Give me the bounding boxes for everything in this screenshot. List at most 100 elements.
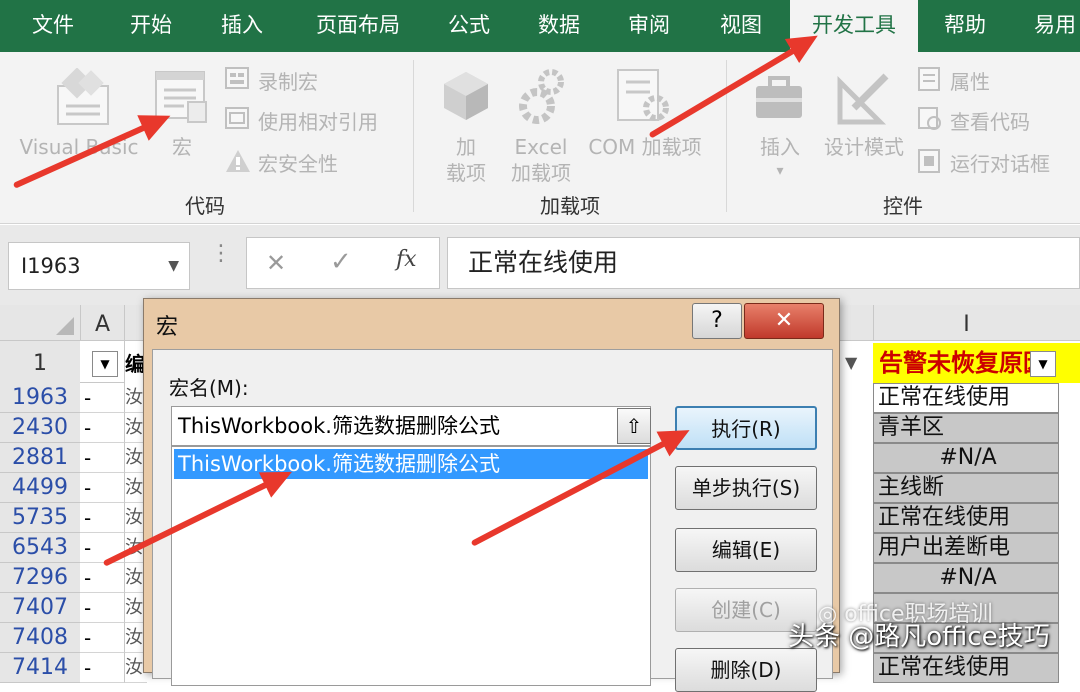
tab-insert[interactable]: 插入 <box>196 0 288 52</box>
relative-references-icon <box>225 107 249 129</box>
run-dialog-icon <box>918 149 940 173</box>
design-mode-button[interactable]: 设计模式 <box>816 60 912 192</box>
tab-file[interactable]: 文件 <box>8 0 98 52</box>
cell-i[interactable]: 正常在线使用 <box>873 503 1059 533</box>
name-box-dropdown-icon[interactable]: ▼ <box>168 243 179 289</box>
formula-bar: I1963 ▼ ⋮ ✕ ✓ fx 正常在线使用 <box>0 225 1080 305</box>
upload-arrow-icon[interactable]: ⇧ <box>617 408 651 444</box>
cell-a[interactable]: - <box>80 383 125 413</box>
row-header[interactable]: 2430 <box>0 413 80 443</box>
record-macro-button[interactable]: 录制宏 <box>224 64 404 96</box>
column-header-a[interactable]: A <box>80 305 125 341</box>
row-header[interactable]: 7407 <box>0 593 80 623</box>
cell-a[interactable]: - <box>80 563 125 593</box>
insert-control-label: 插入 <box>760 135 800 159</box>
select-all-icon[interactable] <box>54 315 76 337</box>
group-separator <box>726 60 727 212</box>
ribbon-tab-bar: 文件 开始 插入 页面布局 公式 数据 审阅 视图 开发工具 帮助 易用 <box>0 0 1080 54</box>
excel-addins-button[interactable]: Excel 加载项 <box>505 60 577 192</box>
name-box[interactable]: I1963 ▼ <box>8 242 190 290</box>
macro-list[interactable]: ThisWorkbook.筛选数据删除公式 <box>171 446 651 686</box>
macro-name-input[interactable]: ThisWorkbook.筛选数据删除公式 <box>171 406 651 446</box>
cell-a[interactable]: - <box>80 653 125 683</box>
group-separator <box>413 60 414 212</box>
filter-dropdown-icon[interactable]: ▼ <box>92 351 118 377</box>
cell-a[interactable]: - <box>80 593 125 623</box>
macro-security-button[interactable]: 宏安全性 <box>224 146 404 178</box>
excel-addins-label-line1: Excel <box>514 135 568 159</box>
run-dialog-button[interactable]: 运行对话框 <box>916 146 1080 178</box>
row-header[interactable]: 5735 <box>0 503 80 533</box>
more-options-icon[interactable]: ⋮ <box>210 241 232 266</box>
insert-control-button[interactable]: 插入 ▾ <box>744 60 816 192</box>
cell-a[interactable]: - <box>80 623 125 653</box>
cell-a[interactable]: - <box>80 473 125 503</box>
addins-label-line1: 加 <box>456 135 476 159</box>
addins-button[interactable]: 加 载项 <box>430 60 502 192</box>
row-header[interactable]: 4499 <box>0 473 80 503</box>
enter-icon[interactable]: ✓ <box>330 247 352 277</box>
macro-list-item[interactable]: ThisWorkbook.筛选数据删除公式 <box>174 449 648 479</box>
cell-i[interactable]: #N/A <box>873 443 1059 473</box>
cell-a[interactable]: - <box>80 503 125 533</box>
view-code-button[interactable]: 查看代码 <box>916 104 1076 136</box>
cell-a[interactable]: - <box>80 443 125 473</box>
com-addins-button[interactable]: COM 加载项 <box>580 60 710 192</box>
tab-page-layout[interactable]: 页面布局 <box>298 0 418 52</box>
cell-i[interactable]: 用户出差断电 <box>873 533 1059 563</box>
tab-formulas[interactable]: 公式 <box>424 0 514 52</box>
edit-button[interactable]: 编辑(E) <box>675 528 817 572</box>
row-header-1[interactable]: 1 <box>0 341 80 383</box>
row-header[interactable]: 6543 <box>0 533 80 563</box>
excel-addins-label-line2: 加载项 <box>511 161 571 185</box>
row-header[interactable]: 7414 <box>0 653 80 683</box>
relative-references-label: 使用相对引用 <box>258 110 378 134</box>
cell-i[interactable]: 正常在线使用 <box>873 653 1059 683</box>
filter-active-icon[interactable]: ▼ <box>845 353 857 372</box>
visual-basic-button[interactable]: Visual Basic <box>14 60 144 192</box>
macro-dialog: 宏 ? ✕ 宏名(M): ThisWorkbook.筛选数据删除公式 ⇧ Thi… <box>143 298 840 692</box>
design-mode-icon <box>837 73 889 125</box>
tab-help[interactable]: 帮助 <box>920 0 1010 52</box>
macro-name-label: 宏名(M): <box>169 376 249 400</box>
cancel-icon[interactable]: ✕ <box>266 249 286 277</box>
addins-group-label: 加载项 <box>540 194 600 218</box>
tab-easy[interactable]: 易用 <box>1010 0 1080 52</box>
dialog-title: 宏 <box>156 315 179 340</box>
properties-icon <box>918 67 940 91</box>
record-macro-label: 录制宏 <box>258 70 318 94</box>
tab-view[interactable]: 视图 <box>694 0 788 52</box>
tab-data[interactable]: 数据 <box>514 0 604 52</box>
tab-home[interactable]: 开始 <box>106 0 196 52</box>
ribbon: Visual Basic 宏 录制宏 使用相对引用 宏安全性 代码 加 载项 E… <box>0 52 1080 224</box>
cell-i[interactable]: 青羊区 <box>873 413 1059 443</box>
properties-button[interactable]: 属性 <box>916 64 1076 96</box>
code-group-label: 代码 <box>185 194 225 218</box>
cell-i[interactable]: 正常在线使用 <box>873 383 1059 413</box>
row-header[interactable]: 7408 <box>0 623 80 653</box>
relative-references-button[interactable]: 使用相对引用 <box>224 104 410 136</box>
delete-button[interactable]: 删除(D) <box>675 648 817 692</box>
cell-a[interactable]: - <box>80 413 125 443</box>
row-header[interactable]: 7296 <box>0 563 80 593</box>
name-box-value: I1963 <box>21 254 81 278</box>
cell-i[interactable]: #N/A <box>873 563 1059 593</box>
column-header-i[interactable]: I <box>873 305 1059 341</box>
cell-i[interactable]: 主线断 <box>873 473 1059 503</box>
run-button[interactable]: 执行(R) <box>675 406 817 450</box>
close-button[interactable]: ✕ <box>744 303 824 339</box>
macro-security-label: 宏安全性 <box>258 152 338 176</box>
row-header[interactable]: 2881 <box>0 443 80 473</box>
help-button[interactable]: ? <box>692 303 742 339</box>
tab-review[interactable]: 审阅 <box>604 0 694 52</box>
row-header[interactable]: 1963 <box>0 383 80 413</box>
toolbox-icon <box>756 76 802 118</box>
insert-dropdown-icon: ▾ <box>776 163 784 179</box>
view-code-label: 查看代码 <box>950 110 1030 134</box>
addins-label-line2: 载项 <box>446 161 486 185</box>
step-into-button[interactable]: 单步执行(S) <box>675 466 817 510</box>
insert-function-icon[interactable]: fx <box>396 247 417 272</box>
formula-input[interactable]: 正常在线使用 <box>447 237 1080 289</box>
filter-dropdown-icon[interactable]: ▼ <box>1030 351 1056 377</box>
gears-icon <box>519 69 564 124</box>
